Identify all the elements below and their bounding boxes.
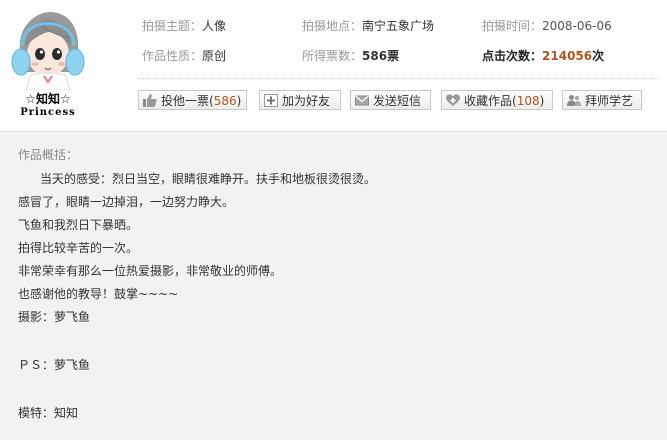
clicks-value: 214056 (542, 49, 593, 63)
vote-count: 586 (213, 94, 237, 108)
favorite-button[interactable]: 收藏作品(108) (441, 90, 553, 110)
vote-button[interactable]: 投他一票(586) (138, 90, 247, 110)
add-friend-button[interactable]: 加为好友 (259, 90, 341, 110)
description-line: 飞鱼和我烈日下暴晒。 (18, 218, 139, 232)
theme-label: 拍摄主题： (142, 19, 203, 33)
add-friend-label: 加为好友 (282, 94, 331, 108)
clicks-unit: 次 (592, 49, 605, 63)
nature-label: 作品性质： (142, 49, 203, 63)
model-line: 模特：知知 (18, 406, 79, 420)
location-label: 拍摄地点： (302, 19, 363, 33)
ps-line: ＰＳ：萝飞鱼 (18, 358, 91, 372)
favorite-label: 收藏作品 (464, 94, 513, 108)
envelope-icon (355, 95, 369, 106)
favorite-count: 108 (516, 94, 540, 108)
divider (138, 78, 658, 79)
time-value: 2008-06-06 (542, 19, 612, 33)
avatar-girl-illustration (11, 12, 85, 90)
description-line: 当天的感受：烈日当空，眼睛很难睁开。扶手和地板很烫很烫。 (40, 172, 377, 186)
description-line: 感冒了，眼睛一边掉泪，一边努力睁大。 (18, 195, 235, 209)
clicks-label: 点击次数： (482, 49, 543, 63)
plus-icon (264, 94, 278, 107)
theme-value: 人像 (202, 19, 227, 33)
description-line: 拍得比较辛苦的一次。 (18, 241, 139, 255)
time-label: 拍摄时间： (482, 19, 543, 33)
user-subtitle: Princess (20, 107, 76, 118)
nature-value: 原创 (202, 49, 227, 63)
location-value: 南宁五象广场 (362, 19, 435, 33)
votes-value: 586票 (362, 49, 400, 63)
votes-label: 所得票数： (302, 49, 363, 63)
people-icon (567, 95, 581, 106)
send-message-button[interactable]: 发送短信 (350, 90, 431, 110)
description-line: 非常荣幸有那么一位热爱摄影，非常敬业的师傅。 (18, 264, 283, 278)
heart-icon (446, 94, 460, 106)
avatar[interactable] (10, 10, 86, 90)
send-message-label: 发送短信 (373, 94, 422, 108)
photographer-line: 摄影：萝飞鱼 (18, 310, 91, 324)
apprentice-label: 拜师学艺 (585, 94, 634, 108)
vote-label: 投他一票 (161, 94, 210, 108)
description-line: 也感谢他的教导！鼓掌~~~~ (18, 287, 179, 301)
description-title: 作品概括： (18, 148, 79, 162)
user-name[interactable]: ☆知知☆ (0, 92, 96, 106)
apprentice-button[interactable]: 拜师学艺 (562, 90, 642, 110)
description-panel: 作品概括： 当天的感受：烈日当空，眼睛很难睁开。扶手和地板很烫很烫。 感冒了，眼… (0, 131, 667, 440)
thumbs-up-icon (143, 94, 157, 107)
work-info-header: ☆知知☆ Princess 拍摄主题：人像 拍摄地点：南宁五象广场 拍摄时间：2… (0, 0, 667, 131)
